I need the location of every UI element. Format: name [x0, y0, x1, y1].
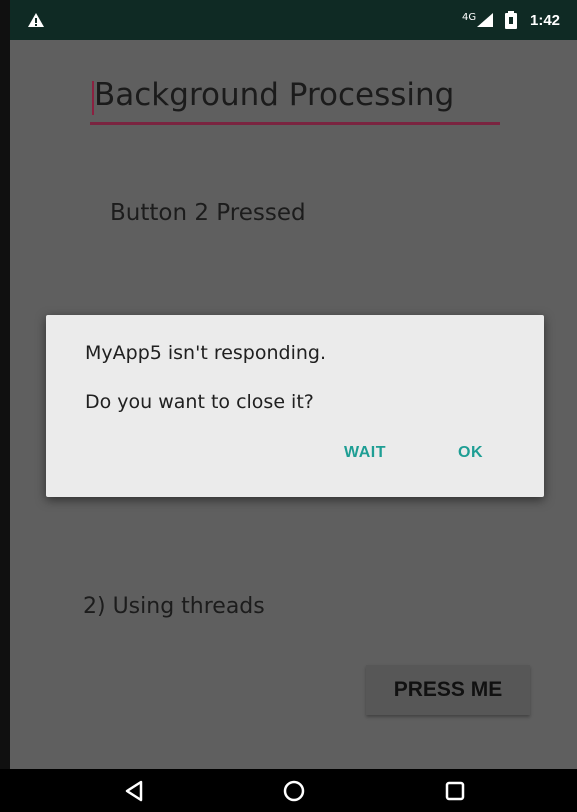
battery-icon — [505, 11, 517, 34]
home-icon[interactable] — [282, 779, 306, 808]
network-type-label: 4G — [462, 12, 477, 23]
section-label: 2) Using threads — [83, 594, 265, 619]
back-icon[interactable] — [122, 779, 146, 808]
anr-dialog: MyApp5 isn't responding. Do you want to … — [46, 315, 544, 497]
wait-button[interactable]: WAIT — [344, 444, 386, 462]
recents-icon[interactable] — [443, 779, 467, 808]
press-me-button[interactable]: PRESS ME — [366, 665, 530, 715]
warning-icon — [27, 12, 45, 33]
ok-button[interactable]: OK — [458, 444, 483, 462]
input-value: Background Processing — [94, 77, 455, 113]
navigation-bar — [0, 769, 577, 812]
text-cursor — [92, 81, 94, 115]
background-processing-input[interactable]: Background Processing — [90, 73, 500, 127]
dialog-title: MyApp5 isn't responding. — [85, 342, 327, 364]
status-text: Button 2 Pressed — [110, 200, 306, 226]
dialog-message: Do you want to close it? — [85, 391, 314, 413]
phone-screen: 4G 1:42 Background Processing Button 2 P… — [10, 0, 577, 812]
clock-time: 1:42 — [530, 12, 561, 29]
status-bar: 4G 1:42 — [10, 0, 577, 40]
input-underline — [90, 122, 500, 125]
signal-icon — [476, 12, 494, 33]
